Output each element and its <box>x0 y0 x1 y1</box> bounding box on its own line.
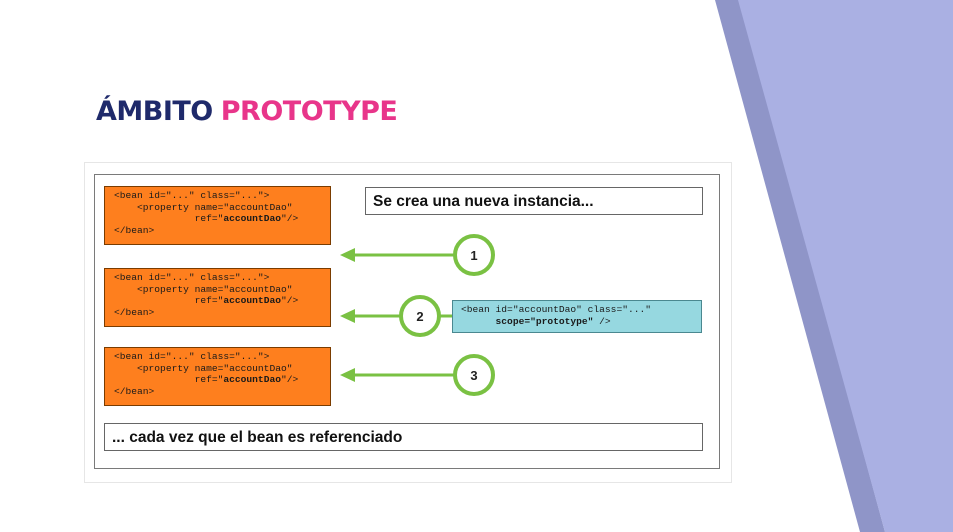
step-number-1: 1 <box>470 248 477 263</box>
arrow-step-1: 1 <box>340 234 495 276</box>
arrowhead <box>340 248 355 262</box>
step-number-3: 3 <box>470 368 477 383</box>
step-number-2: 2 <box>416 309 423 324</box>
arrowhead <box>340 309 355 323</box>
reference-arrows: 1 2 3 <box>340 234 495 396</box>
arrow-step-2: 2 <box>340 295 452 337</box>
arrowhead <box>340 368 355 382</box>
arrow-step-3: 3 <box>340 354 495 396</box>
